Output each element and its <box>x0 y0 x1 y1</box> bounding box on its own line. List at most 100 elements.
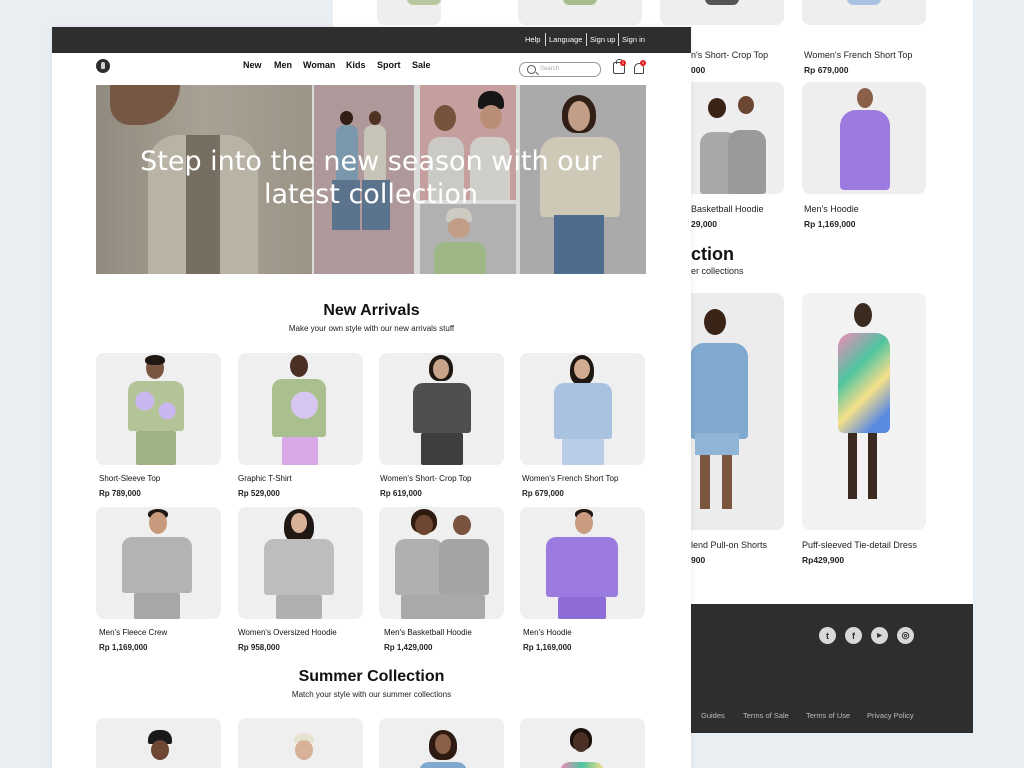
top-utility-bar: Help Language Sign up Sign in <box>52 27 691 53</box>
product-price: Rp 1,169,000 <box>804 219 856 229</box>
product-name[interactable]: Women's Oversized Hoodie <box>238 628 337 637</box>
product-price: Rp 679,000 <box>522 489 564 498</box>
nav-woman[interactable]: Woman <box>303 60 335 70</box>
product-image[interactable] <box>377 0 441 25</box>
product-card[interactable] <box>379 507 504 619</box>
sign-in-link[interactable]: Sign in <box>622 35 645 44</box>
product-card[interactable] <box>96 353 221 465</box>
summer-collection-subtitle: Match your style with our summer collect… <box>291 690 452 699</box>
nav-new[interactable]: New <box>243 60 262 70</box>
sign-up-link[interactable]: Sign up <box>590 35 615 44</box>
new-arrivals-title: New Arrivals <box>323 302 420 319</box>
footer-link-privacy-policy[interactable]: Privacy Policy <box>867 711 914 720</box>
product-name[interactable]: Women's French Short Top <box>522 474 618 483</box>
footer-link-guides[interactable]: Guides <box>701 711 725 720</box>
bag-count-badge: 1 <box>620 60 626 66</box>
shirt <box>419 762 467 768</box>
product-card[interactable] <box>238 507 363 619</box>
oversized-hoodie <box>264 539 334 595</box>
product-name[interactable]: Basketball Hoodie <box>691 204 764 214</box>
product-card[interactable] <box>520 507 645 619</box>
model-head <box>433 359 449 379</box>
section-subtitle: er collections <box>691 266 744 276</box>
dress <box>560 762 604 768</box>
product-name[interactable]: Women's Short- Crop Top <box>380 474 472 483</box>
search-icon <box>527 65 536 74</box>
shorts <box>136 431 176 465</box>
product-image[interactable] <box>660 0 784 25</box>
product-name[interactable]: Men's Hoodie <box>804 204 859 214</box>
graphic-tshirt <box>272 379 326 437</box>
instagram-icon[interactable]: ◎ <box>897 627 914 644</box>
new-arrivals-subtitle: Make your own style with our new arrival… <box>288 324 455 333</box>
nav-kids[interactable]: Kids <box>346 60 366 70</box>
nav-sale[interactable]: Sale <box>412 60 431 70</box>
model-head <box>415 515 433 535</box>
product-price: Rp 679,000 <box>804 65 849 75</box>
sweatpants <box>134 593 180 619</box>
language-link[interactable]: Language <box>549 35 582 44</box>
product-name[interactable]: Graphic T-Shirt <box>238 474 292 483</box>
product-price: Rp 529,000 <box>238 489 280 498</box>
product-image[interactable] <box>802 0 926 25</box>
floral-shirt <box>128 381 184 431</box>
model-head <box>453 515 471 535</box>
model-head <box>149 512 167 534</box>
product-card[interactable] <box>96 718 221 768</box>
nav-men[interactable]: Men <box>274 60 292 70</box>
product-card[interactable] <box>379 718 504 768</box>
topbar-divider <box>545 33 546 46</box>
product-card[interactable] <box>520 353 645 465</box>
product-card[interactable] <box>520 718 645 768</box>
sweatpants <box>401 595 485 619</box>
footer-link-terms-of-sale[interactable]: Terms of Sale <box>743 711 789 720</box>
product-image[interactable] <box>802 82 926 194</box>
product-price: 900 <box>691 555 706 565</box>
model-head <box>151 740 169 760</box>
shorts <box>282 437 318 465</box>
product-name[interactable]: n's Short- Crop Top <box>691 50 768 60</box>
product-price: 29,000 <box>691 219 717 229</box>
summer-collection-title: Summer Collection <box>298 668 445 685</box>
product-card[interactable] <box>238 353 363 465</box>
hero-title: Step into the new season with our latest… <box>140 146 602 210</box>
hero-banner[interactable]: Step into the new season with our latest… <box>96 85 646 274</box>
model-head <box>291 513 307 533</box>
model-head <box>575 512 593 534</box>
model-head <box>295 740 313 760</box>
product-price: Rp 1,169,000 <box>523 643 572 652</box>
product-name[interactable]: Short-Sleeve Top <box>99 474 160 483</box>
product-card[interactable] <box>96 507 221 619</box>
product-name[interactable]: lend Pull-on Shorts <box>691 540 767 550</box>
model-head <box>435 734 451 754</box>
basketball-hoodie <box>395 539 443 595</box>
purple-hoodie <box>546 537 618 597</box>
model-head <box>574 359 590 379</box>
facebook-icon[interactable]: f <box>845 627 862 644</box>
product-name[interactable]: Men's Hoodie <box>523 628 572 637</box>
product-name[interactable]: Men's Fleece Crew <box>99 628 167 637</box>
model-hair <box>145 355 165 365</box>
product-price: Rp 1,429,000 <box>384 643 433 652</box>
product-name[interactable]: Women's French Short Top <box>804 50 912 60</box>
product-name[interactable]: Men's Basketball Hoodie <box>384 628 472 637</box>
nav-sport[interactable]: Sport <box>377 60 401 70</box>
product-image[interactable] <box>518 0 642 25</box>
model-head <box>290 355 308 377</box>
help-link[interactable]: Help <box>525 35 540 44</box>
footer-link-terms-of-use[interactable]: Terms of Use <box>806 711 850 720</box>
product-card[interactable] <box>238 718 363 768</box>
sweatpants <box>276 595 322 619</box>
youtube-icon[interactable]: ▶ <box>871 627 888 644</box>
fleece-crew <box>122 537 192 593</box>
search-input[interactable]: Search <box>519 62 601 77</box>
notification-badge: 1 <box>640 60 646 66</box>
product-name[interactable]: Puff-sleeved Tie-detail Dress <box>802 540 917 550</box>
store-logo-icon[interactable] <box>96 59 110 73</box>
product-image[interactable] <box>802 293 926 530</box>
section-title: ction <box>691 244 734 264</box>
crop-top <box>413 383 471 433</box>
product-card[interactable] <box>379 353 504 465</box>
basketball-hoodie <box>439 539 489 595</box>
twitter-icon[interactable]: t <box>819 627 836 644</box>
